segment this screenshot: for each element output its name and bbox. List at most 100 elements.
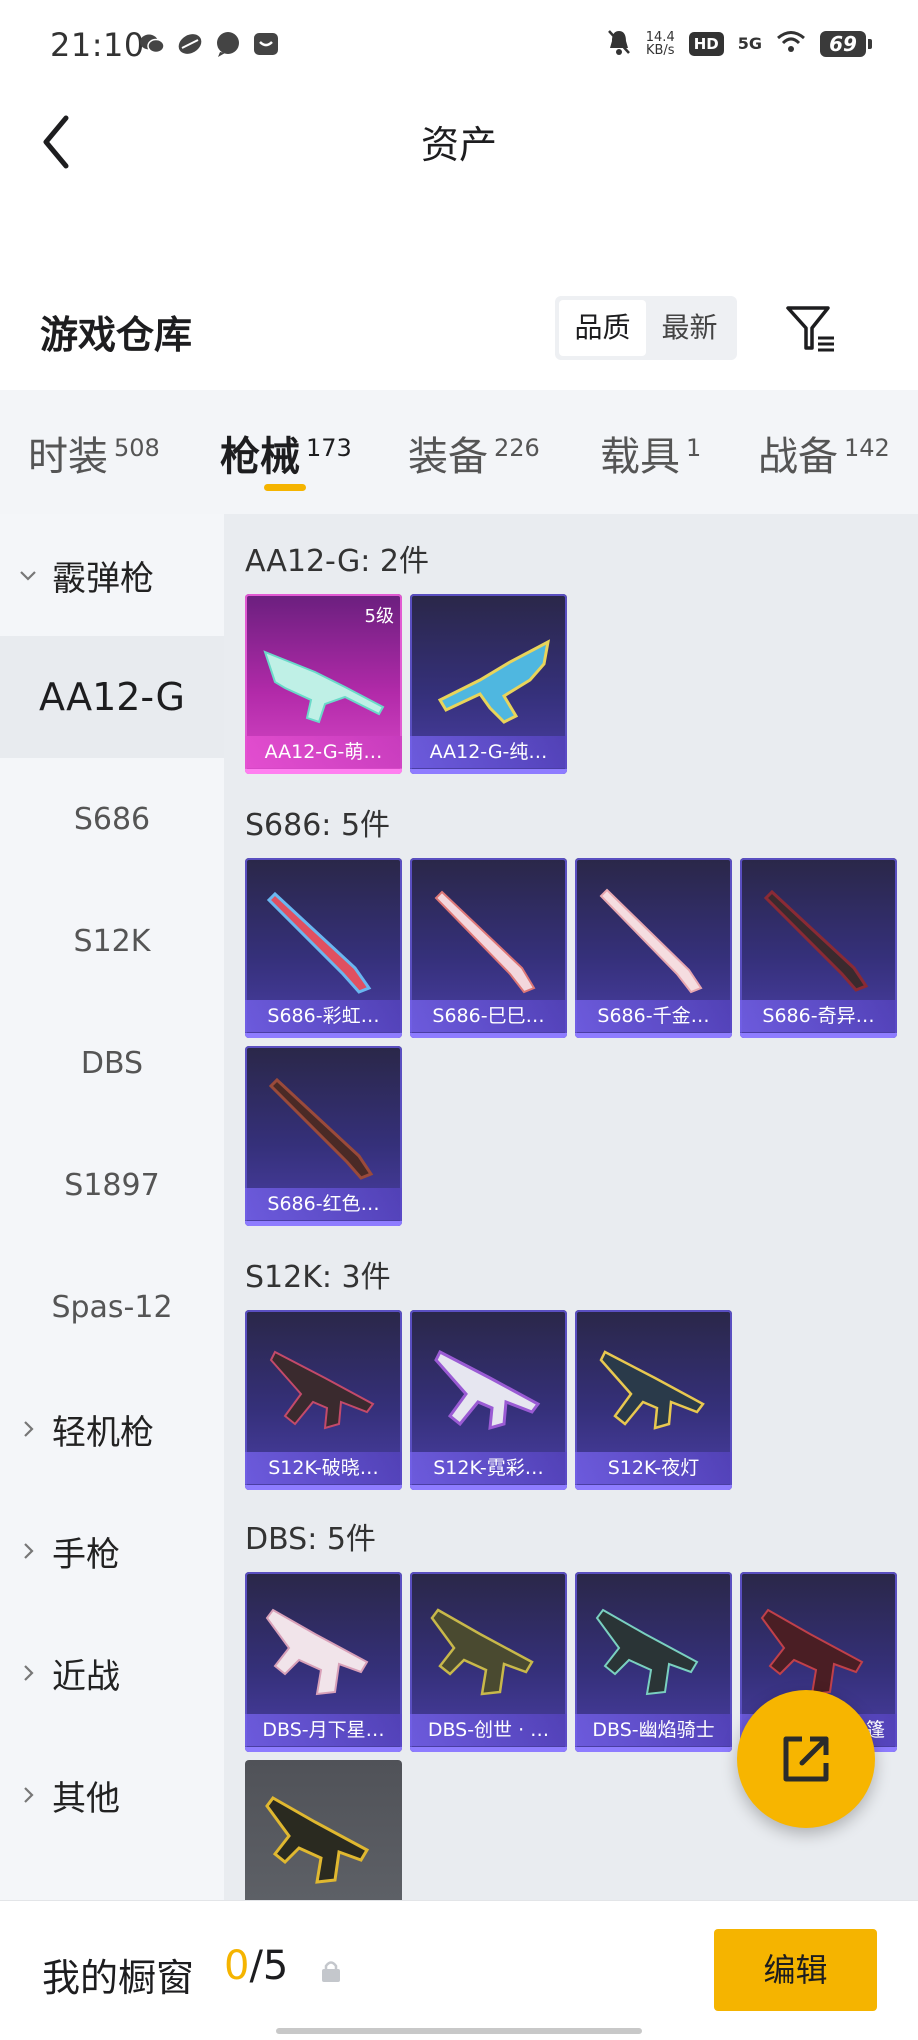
message-icon (252, 30, 280, 58)
sidebar-item-s12k[interactable]: S12K (0, 880, 224, 1002)
showcase-title: 我的橱窗 (42, 1956, 195, 2000)
weapon-image (268, 1077, 374, 1180)
tab-equipment[interactable]: 装备 226 (408, 424, 540, 482)
edit-button[interactable]: 编辑 (714, 1929, 877, 2011)
weapon-image (266, 891, 372, 994)
weapon-name: S12K-夜灯 (575, 1452, 732, 1484)
filter-icon (786, 306, 834, 352)
showcase-count: 0/5 (224, 1943, 289, 1989)
rarity-bar (740, 1033, 897, 1038)
group-label-dbs: DBS: 5件 (245, 1522, 376, 1557)
weapon-card[interactable]: S686-千金… (575, 858, 732, 1038)
warehouse-title: 游戏仓库 (40, 313, 193, 357)
sidebar-item-aa12g[interactable]: AA12-G (0, 636, 224, 758)
sidebar-item-label: 轻机枪 (52, 1412, 154, 1453)
weapon-card[interactable]: S686-红色… (245, 1046, 402, 1226)
tab-fashion[interactable]: 时装 508 (28, 424, 160, 482)
sidebar-item-spas12[interactable]: Spas-12 (0, 1246, 224, 1368)
sidebar-item-melee[interactable]: 近战 (0, 1612, 224, 1734)
weapon-card[interactable]: S686-奇异… (740, 858, 897, 1038)
sidebar-item-label: 霰弹枪 (52, 558, 154, 599)
sort-option-newest[interactable]: 最新 (646, 300, 733, 356)
app-header: 资产 (0, 92, 918, 192)
weapon-card[interactable]: 5级 AA12-G-萌… (245, 594, 402, 774)
weapon-image (437, 639, 551, 724)
sidebar-item-label: 手枪 (52, 1534, 120, 1575)
sidebar-item-s1897[interactable]: S1897 (0, 1124, 224, 1246)
weapon-name: S12K-破晓… (245, 1452, 402, 1484)
group-label-s12k: S12K: 3件 (245, 1260, 391, 1295)
weapon-name: DBS-创世 · … (410, 1714, 567, 1746)
weapon-image (269, 1350, 375, 1430)
level-badge: 5级 (364, 606, 394, 627)
rarity-bar (245, 1747, 402, 1752)
sidebar-item-other[interactable]: 其他 (0, 1734, 224, 1856)
filter-button[interactable] (782, 300, 838, 356)
weapon-card[interactable]: S686-巳巳… (410, 858, 567, 1038)
weapon-name: AA12-G-萌… (245, 736, 402, 768)
lock-icon (322, 1961, 340, 1982)
rarity-bar (410, 769, 567, 774)
rarity-bar (410, 1485, 567, 1490)
mute-bell-icon (606, 28, 632, 60)
chevron-right-icon (24, 1421, 34, 1437)
weapon-image (265, 1608, 369, 1696)
rarity-bar (245, 769, 402, 774)
category-tabs: 时装 508 枪械 173 装备 226 载具 1 战备 142 (0, 390, 918, 514)
weapon-card[interactable]: AA12-G-纯… (410, 594, 567, 774)
sidebar-item-pistol[interactable]: 手枪 (0, 1490, 224, 1612)
battery-indicator: 69 (820, 31, 872, 57)
chevron-right-icon (24, 1543, 34, 1559)
sidebar-item-dbs[interactable]: DBS (0, 1002, 224, 1124)
notification-icons (138, 30, 280, 58)
group-label-aa12g: AA12-G: 2件 (245, 544, 429, 579)
sidebar-item-label: 其他 (52, 1778, 120, 1819)
weapon-image (434, 1349, 541, 1431)
weapon-image (599, 888, 703, 994)
weapon-name: S686-彩虹… (245, 1000, 402, 1032)
rarity-bar (245, 1485, 402, 1490)
tab-vehicles[interactable]: 载具 1 (600, 424, 701, 482)
group-label-s686: S686: 5件 (245, 808, 391, 843)
weapon-image (263, 650, 385, 724)
weapon-card[interactable]: S12K-夜灯 (575, 1310, 732, 1490)
rarity-bar (575, 1747, 732, 1752)
weapon-image (430, 1608, 534, 1696)
sidebar-item-lmg[interactable]: 轻机枪 (0, 1368, 224, 1490)
tab-firearms[interactable]: 枪械 173 (220, 424, 352, 482)
wechat-icon (138, 30, 166, 58)
weapon-image (595, 1608, 699, 1696)
weapon-card[interactable]: S12K-破晓… (245, 1310, 402, 1490)
weapon-image (434, 890, 536, 994)
weapon-name: S686-奇异… (740, 1000, 897, 1032)
sort-toggle: 品质 最新 (555, 296, 737, 360)
app-icon (176, 30, 204, 58)
weapon-card[interactable]: DBS-创世 · … (410, 1572, 567, 1752)
rarity-bar (410, 1033, 567, 1038)
share-export-icon (783, 1736, 829, 1782)
weapon-card[interactable]: DBS-幽焰骑士 (575, 1572, 732, 1752)
chevron-right-icon (24, 1787, 34, 1803)
weapon-name: AA12-G-纯… (410, 736, 567, 768)
weapon-card[interactable]: DBS-月下星… (245, 1572, 402, 1752)
rarity-bar (245, 1033, 402, 1038)
tab-supplies[interactable]: 战备 142 (758, 424, 890, 482)
rarity-bar (575, 1485, 732, 1490)
sidebar-item-shotgun[interactable]: 霰弹枪 (0, 514, 224, 636)
active-tab-indicator (264, 484, 306, 491)
sidebar-item-s686[interactable]: S686 (0, 758, 224, 880)
weapon-name: S686-千金… (575, 1000, 732, 1032)
share-button[interactable] (737, 1690, 875, 1828)
weapon-card[interactable]: S12K-霓彩… (410, 1310, 567, 1490)
hd-badge: HD (688, 32, 724, 56)
weapon-card[interactable] (245, 1760, 402, 1900)
sort-option-quality[interactable]: 品质 (559, 300, 646, 356)
showcase-bar: 我的橱窗 0/5 编辑 (0, 1900, 918, 2040)
weapon-card[interactable]: S686-彩虹… (245, 858, 402, 1038)
weapon-name: S686-红色… (245, 1188, 402, 1220)
status-bar: 21:10 14.4 KB/s HD 5G 69 (0, 0, 918, 92)
chat-icon (214, 30, 242, 58)
chevron-down-icon (20, 571, 36, 581)
home-indicator[interactable] (276, 2028, 642, 2034)
weapon-name: S686-巳巳… (410, 1000, 567, 1032)
